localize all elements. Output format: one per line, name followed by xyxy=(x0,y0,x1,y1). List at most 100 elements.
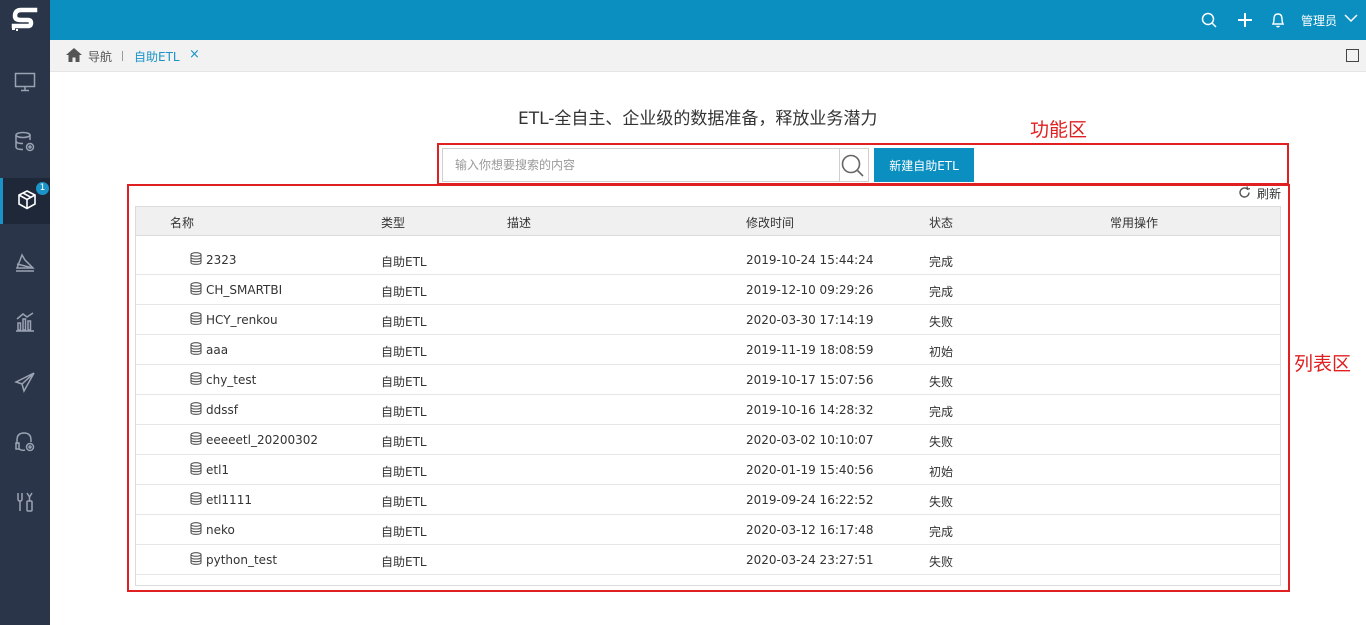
search-input[interactable] xyxy=(443,149,835,181)
cell-name[interactable]: HCY_renkou xyxy=(206,313,278,327)
cell-status: 失败 xyxy=(929,435,954,449)
maximize-icon[interactable] xyxy=(1346,49,1359,62)
cell-modified-time: 2019-11-19 18:08:59 xyxy=(746,343,874,357)
search-icon[interactable] xyxy=(841,154,865,181)
table-row[interactable]: chy_test 自助ETL 2019-10-17 15:07:56 失败 xyxy=(136,365,1280,395)
table-row[interactable]: 2323 自助ETL 2019-10-24 15:44:24 完成 xyxy=(136,245,1280,275)
top-bar: 管理员 xyxy=(50,0,1366,40)
function-area-label: 功能区 xyxy=(1030,119,1088,141)
table-header: 名称 类型 描述 修改时间 状态 常用操作 xyxy=(136,207,1280,236)
cell-status: 失败 xyxy=(929,315,954,329)
cell-modified-time: 2020-03-30 17:14:19 xyxy=(746,313,874,327)
home-icon[interactable] xyxy=(66,48,82,65)
cell-modified-time: 2019-10-17 15:07:56 xyxy=(746,373,874,387)
cell-modified-time: 2020-03-12 16:17:48 xyxy=(746,523,874,537)
tab-etl[interactable]: 自助ETL xyxy=(134,48,180,65)
cell-name[interactable]: ddssf xyxy=(206,403,238,417)
new-etl-button[interactable]: 新建自助ETL xyxy=(874,148,974,182)
bar-chart-icon xyxy=(14,311,36,336)
database-icon xyxy=(190,462,202,478)
cell-status: 完成 xyxy=(929,255,954,269)
cell-status: 失败 xyxy=(929,495,954,509)
column-header-name[interactable]: 名称 xyxy=(170,214,194,231)
table-row[interactable]: HCY_renkou 自助ETL 2020-03-30 17:14:19 失败 xyxy=(136,305,1280,335)
sidebar-item-service[interactable] xyxy=(0,420,50,466)
column-header-modified-time[interactable]: 修改时间 xyxy=(746,214,794,231)
close-icon[interactable]: × xyxy=(189,47,200,62)
cell-type: 自助ETL xyxy=(381,495,427,509)
cell-type: 自助ETL xyxy=(381,525,427,539)
cell-status: 初始 xyxy=(929,465,954,479)
cube-icon xyxy=(16,189,38,214)
table-row[interactable]: etl1111 自助ETL 2019-09-24 16:22:52 失败 xyxy=(136,485,1280,515)
cell-name[interactable]: 2323 xyxy=(206,253,237,267)
cell-status: 完成 xyxy=(929,525,954,539)
tools-icon xyxy=(14,491,36,516)
cell-status: 完成 xyxy=(929,405,954,419)
cell-type: 自助ETL xyxy=(381,315,427,329)
sidebar-item-publish[interactable] xyxy=(0,360,50,406)
column-header-status[interactable]: 状态 xyxy=(929,214,953,231)
monitor-icon xyxy=(14,72,36,95)
breadcrumb-nav[interactable]: 导航 xyxy=(88,48,112,65)
paper-plane-icon xyxy=(14,371,36,396)
cell-name[interactable]: eeeeetl_20200302 xyxy=(206,433,318,447)
cell-status: 失败 xyxy=(929,555,954,569)
search-box xyxy=(442,148,869,182)
cell-status: 初始 xyxy=(929,345,954,359)
table-row[interactable]: CH_SMARTBI 自助ETL 2019-12-10 09:29:26 完成 xyxy=(136,275,1280,305)
cell-type: 自助ETL xyxy=(381,285,427,299)
cell-modified-time: 2019-12-10 09:29:26 xyxy=(746,283,874,297)
user-name[interactable]: 管理员 xyxy=(1301,12,1337,29)
plus-icon[interactable] xyxy=(1235,10,1255,30)
cell-name[interactable]: CH_SMARTBI xyxy=(206,283,282,297)
cell-name[interactable]: python_test xyxy=(206,553,277,567)
cell-name[interactable]: etl1111 xyxy=(206,493,252,507)
chevron-down-icon[interactable] xyxy=(1344,12,1358,26)
cell-status: 失败 xyxy=(929,375,954,389)
table-row[interactable]: python_test 自助ETL 2020-03-24 23:27:51 失败 xyxy=(136,545,1280,575)
column-header-description[interactable]: 描述 xyxy=(507,214,531,231)
cell-name[interactable]: chy_test xyxy=(206,373,256,387)
cell-type: 自助ETL xyxy=(381,555,427,569)
cell-type: 自助ETL xyxy=(381,345,427,359)
cell-modified-time: 2020-03-24 23:27:51 xyxy=(746,553,874,567)
sidebar-item-monitor[interactable] xyxy=(0,60,50,106)
column-header-type[interactable]: 类型 xyxy=(381,214,405,231)
cell-type: 自助ETL xyxy=(381,405,427,419)
cell-name[interactable]: aaa xyxy=(206,343,228,357)
sidebar: 1 xyxy=(0,0,50,625)
page-title: ETL-全自主、企业级的数据准备，释放业务潜力 xyxy=(518,109,878,129)
database-icon xyxy=(190,342,202,358)
smartbi-logo-icon[interactable] xyxy=(0,0,50,40)
cell-modified-time: 2019-10-16 14:28:32 xyxy=(746,403,874,417)
sidebar-item-analysis[interactable] xyxy=(0,240,50,286)
bell-icon[interactable] xyxy=(1268,10,1288,30)
database-gear-icon xyxy=(14,131,36,156)
cell-name[interactable]: etl1 xyxy=(206,463,229,477)
sidebar-item-report[interactable] xyxy=(0,300,50,346)
refresh-icon xyxy=(1238,185,1251,202)
cell-name[interactable]: neko xyxy=(206,523,235,537)
table-row[interactable]: eeeeetl_20200302 自助ETL 2020-03-02 10:10:07… xyxy=(136,425,1280,455)
table-row[interactable]: etl1 自助ETL 2020-01-19 15:40:56 初始 xyxy=(136,455,1280,485)
cell-status: 完成 xyxy=(929,285,954,299)
sidebar-item-etl[interactable]: 1 xyxy=(0,178,50,224)
refresh-button[interactable]: 刷新 xyxy=(1238,185,1281,202)
column-header-actions: 常用操作 xyxy=(1110,216,1159,230)
cell-modified-time: 2019-09-24 16:22:52 xyxy=(746,493,874,507)
table-row[interactable]: neko 自助ETL 2020-03-12 16:17:48 完成 xyxy=(136,515,1280,545)
cell-type: 自助ETL xyxy=(381,465,427,479)
etl-table: 名称 类型 描述 修改时间 状态 常用操作 2323 自助ETL 2019-10-2… xyxy=(135,206,1281,586)
search-divider xyxy=(839,149,840,181)
table-row[interactable]: ddssf 自助ETL 2019-10-16 14:28:32 完成 xyxy=(136,395,1280,425)
database-icon xyxy=(190,282,202,298)
sidebar-item-system[interactable] xyxy=(0,480,50,526)
cell-type: 自助ETL xyxy=(381,435,427,449)
sidebar-item-data-source[interactable] xyxy=(0,120,50,166)
database-icon xyxy=(190,492,202,508)
cell-type: 自助ETL xyxy=(381,255,427,269)
table-body: 2323 自助ETL 2019-10-24 15:44:24 完成 CH_SMARTBI… xyxy=(136,245,1280,575)
table-row[interactable]: aaa 自助ETL 2019-11-19 18:08:59 初始 xyxy=(136,335,1280,365)
search-icon[interactable] xyxy=(1199,10,1219,30)
